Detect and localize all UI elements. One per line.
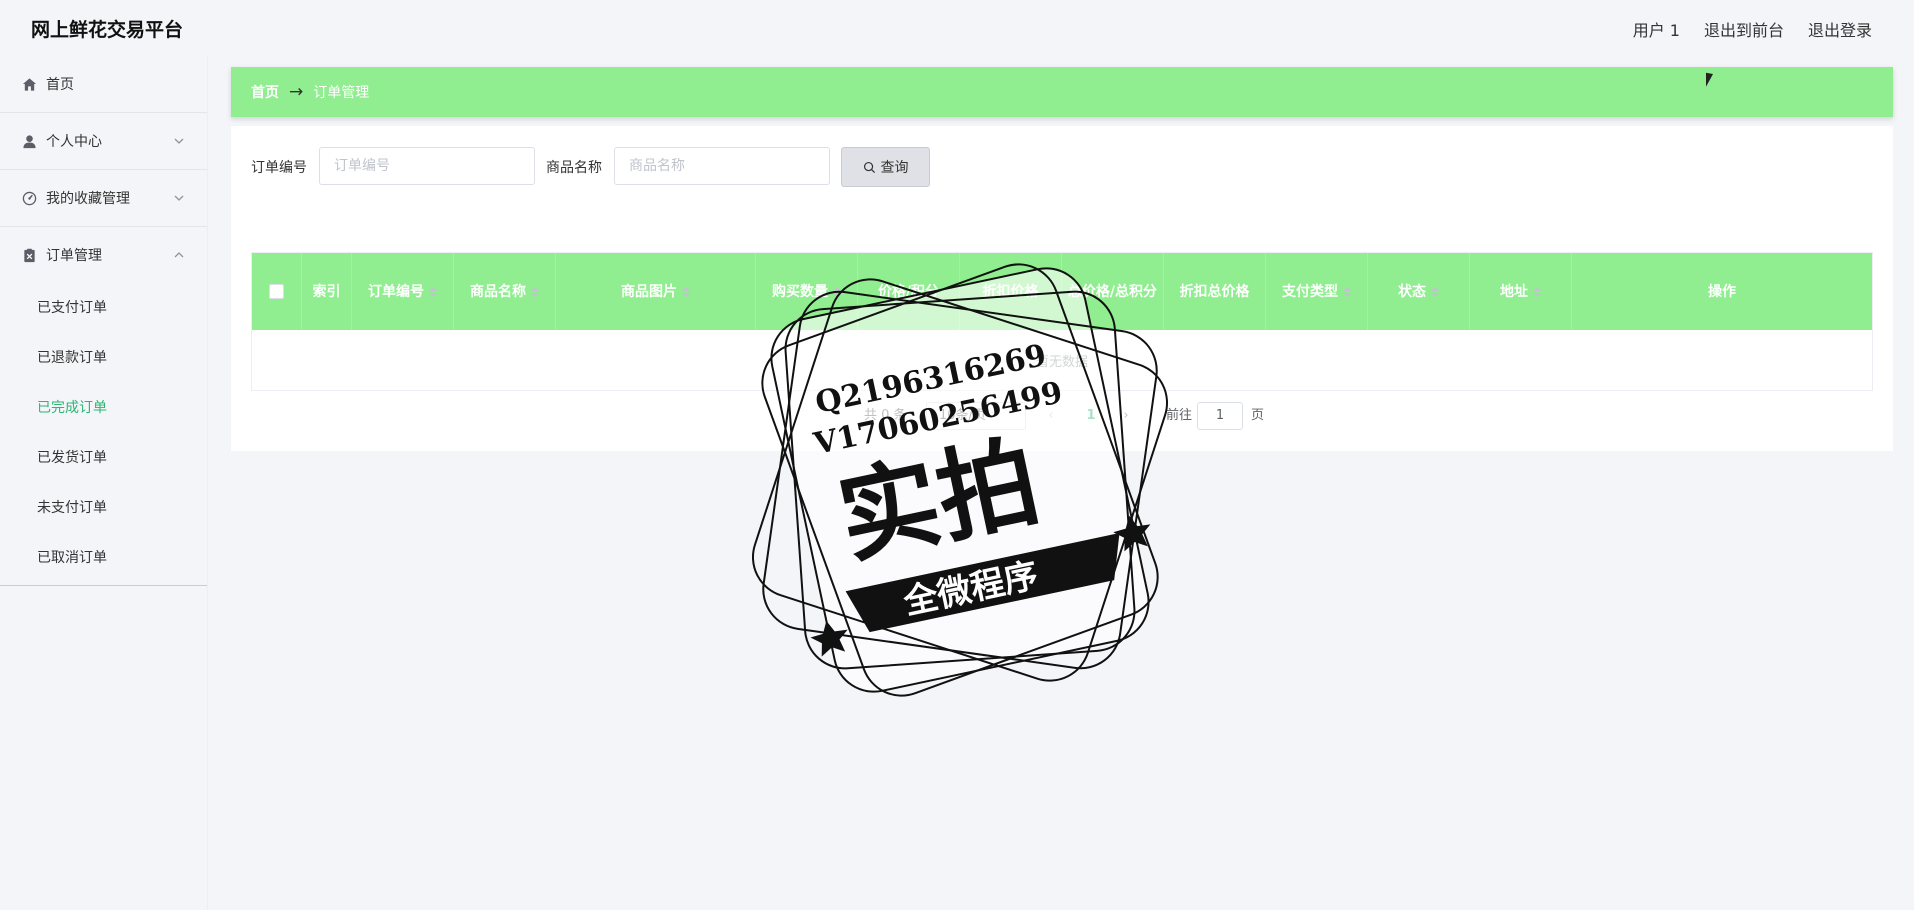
submenu-item-unpaid[interactable]: 未支付订单 [0,483,207,533]
sort-icon [1533,286,1541,297]
breadcrumb-separator: → [289,82,304,102]
table-header: 索引 订单编号 商品名称 商品图片 购买数量 价格/积分 折扣价格 总价格/总积… [252,253,1872,330]
column-header: 索引 [302,253,352,330]
star-icon [810,620,848,657]
sort-icon [682,286,690,297]
column-header[interactable]: 支付类型 [1266,253,1368,330]
column-header[interactable]: 地址 [1470,253,1572,330]
column-header[interactable]: 折扣总价格 [1164,253,1266,330]
sort-icon [833,286,841,297]
star-icon [1113,515,1151,552]
top-bar: 网上鲜花交易平台 用户 1 退出到前台 退出登录 [0,0,1914,56]
submenu-item-shipped[interactable]: 已发货订单 [0,433,207,483]
chevron-down-icon [174,138,184,144]
dashboard-icon [21,190,37,206]
main-content: 订单编号 商品名称 查询 索引 订单编号 商品名称 商品图片 购买数量 价格/积… [231,126,1893,451]
orders-submenu: 已支付订单 已退款订单 已完成订单 已发货订单 未支付订单 已取消订单 [0,283,207,586]
breadcrumb: 首页 → 订单管理 [231,67,1893,117]
sidebar-item-favorites[interactable]: 我的收藏管理 [0,170,207,227]
column-header[interactable]: 商品名称 [454,253,556,330]
order-icon [21,247,37,263]
sort-icon [429,286,437,297]
page-number[interactable]: 1 [1076,402,1106,430]
order-no-label: 订单编号 [251,160,307,176]
search-icon [863,161,875,173]
app-title: 网上鲜花交易平台 [31,19,184,41]
page-size-select[interactable]: 10条/页 [926,402,1026,430]
next-page-button[interactable]: › [1116,402,1136,430]
breadcrumb-current: 订单管理 [313,85,370,101]
column-header[interactable]: 购买数量 [756,253,858,330]
page-suffix: 页 [1251,408,1265,423]
sidebar-item-orders[interactable]: 订单管理 [0,227,207,283]
pagination: 共 0 条 10条/页 ‹ 1 › 前往 页 [231,402,1893,430]
header-checkbox-cell [252,253,302,330]
column-header[interactable]: 商品图片 [556,253,756,330]
breadcrumb-home-link[interactable]: 首页 [251,82,279,102]
goto-page-input[interactable] [1197,402,1243,430]
chevron-down-icon [174,195,184,201]
home-icon [21,76,37,92]
sort-icon [1431,286,1439,297]
column-header[interactable]: 状态 [1368,253,1470,330]
sort-icon [1343,286,1351,297]
sidebar-item-home[interactable]: 首页 [0,56,207,113]
search-button[interactable]: 查询 [841,147,930,187]
table-body: 暂无数据 [252,330,1872,390]
column-header: 操作 [1708,283,1736,300]
logout-link[interactable]: 退出登录 [1808,17,1872,41]
order-no-input[interactable] [319,147,535,185]
top-links: 用户 1 退出到前台 退出登录 [1633,17,1872,41]
page-size-value: 10条/页 [939,408,986,423]
submenu-item-paid[interactable]: 已支付订单 [0,283,207,333]
sidebar-item-label: 首页 [46,77,74,93]
user-link[interactable]: 用户 1 [1633,17,1680,41]
sort-icon [531,286,539,297]
goto-label: 前往 [1166,408,1193,423]
prev-page-button[interactable]: ‹ [1041,402,1061,430]
sidebar-item-label: 个人中心 [46,134,102,150]
product-name-label: 商品名称 [546,160,602,176]
column-header[interactable]: 价格/积分 [858,253,960,330]
back-to-frontend-link[interactable]: 退出到前台 [1704,17,1784,41]
user-icon [21,133,37,149]
sidebar: 首页 个人中心 我的收藏管理 订单管理 已支付订单 已退款订单 已完成订单 已发… [0,56,208,910]
mouse-cursor [1706,72,1720,90]
sidebar-item-label: 我的收藏管理 [46,191,130,207]
watermark-banner: 全微程序 [899,555,1041,623]
sidebar-item-label: 订单管理 [46,248,102,264]
chevron-up-icon [174,252,184,258]
orders-table: 索引 订单编号 商品名称 商品图片 购买数量 价格/积分 折扣价格 总价格/总积… [251,252,1873,391]
empty-text: 暂无数据 [1035,354,1088,370]
search-button-label: 查询 [880,160,909,176]
submenu-item-completed[interactable]: 已完成订单 [0,383,207,433]
product-name-input[interactable] [614,147,830,185]
column-header[interactable]: 折扣价格 [960,253,1062,330]
sidebar-item-personal-center[interactable]: 个人中心 [0,113,207,170]
submenu-item-refunded[interactable]: 已退款订单 [0,333,207,383]
column-header[interactable]: 订单编号 [352,253,454,330]
column-header[interactable]: 总价格/总积分 [1062,253,1164,330]
submenu-item-cancelled[interactable]: 已取消订单 [0,533,207,583]
pagination-total: 共 0 条 [864,408,907,423]
select-all-checkbox[interactable] [269,284,284,299]
